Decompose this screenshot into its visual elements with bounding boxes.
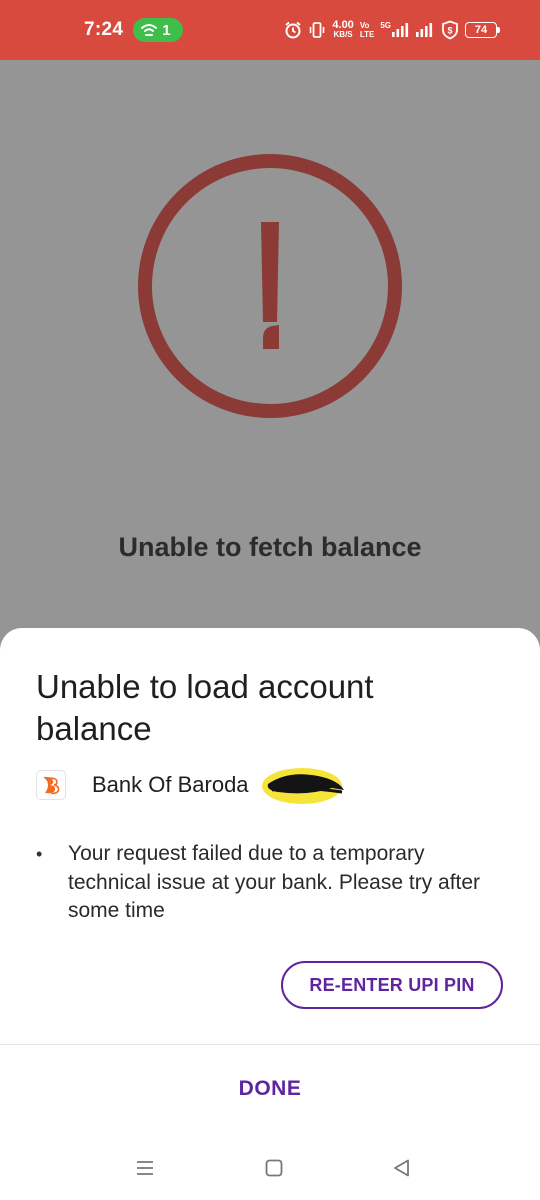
divider xyxy=(0,1044,540,1045)
bank-row: Bank Of Baroda xyxy=(36,770,249,800)
status-right: 4.00 KB/S Vo LTE 5G $ 74 xyxy=(284,20,500,40)
hotspot-count: 1 xyxy=(162,21,171,39)
sheet-title: Unable to load account balance xyxy=(36,668,374,747)
menu-icon xyxy=(137,1161,153,1175)
battery-tip xyxy=(497,27,500,33)
account-number-redaction xyxy=(262,768,344,804)
network-speed: 4.00 KB/S xyxy=(332,19,354,40)
status-left: 7:24 1 xyxy=(84,18,183,42)
done-button[interactable]: DONE xyxy=(170,1068,370,1110)
network-type: 5G xyxy=(380,21,391,30)
re-enter-upi-pin-button[interactable]: RE-ENTER UPI PIN xyxy=(281,961,503,1009)
bank-of-baroda-logo xyxy=(36,770,66,800)
battery-icon: 74 xyxy=(465,22,500,38)
signal-5g: 5G xyxy=(380,22,409,38)
status-bar: 7:24 1 4.00 KB/S Vo LTE 5G $ 74 xyxy=(0,0,540,60)
network-speed-unit: KB/S xyxy=(333,30,353,39)
volte-top: Vo xyxy=(359,21,370,30)
signal-icon xyxy=(392,23,409,37)
home-square-icon xyxy=(265,1159,283,1177)
error-message-text: Your request failed due to a temporary t… xyxy=(68,842,481,922)
vibrate-icon xyxy=(310,22,325,38)
network-speed-value: 4.00 xyxy=(332,19,354,31)
back-button[interactable] xyxy=(386,1154,418,1182)
alarm-icon xyxy=(285,21,302,39)
system-nav-bar xyxy=(0,1140,540,1200)
alert-circle-icon xyxy=(138,154,402,418)
back-triangle-icon xyxy=(394,1159,409,1177)
wifi-hotspot-icon xyxy=(141,24,158,36)
battery-level: 74 xyxy=(465,22,497,38)
hotspot-indicator: 1 xyxy=(133,18,183,42)
error-message: • Your request failed due to a temporary… xyxy=(36,840,506,926)
recent-apps-button[interactable] xyxy=(129,1154,161,1182)
shield-dollar-icon: $ xyxy=(442,20,458,40)
volte-bottom: LTE xyxy=(359,30,375,39)
clock: 7:24 xyxy=(84,19,124,40)
balance-error-title: Unable to fetch balance xyxy=(118,532,422,562)
bank-logo-mark xyxy=(43,776,60,795)
bank-name: Bank Of Baroda xyxy=(92,772,249,797)
home-button[interactable] xyxy=(258,1154,290,1182)
screen: 7:24 1 4.00 KB/S Vo LTE 5G $ 74 Unable t… xyxy=(0,0,540,1200)
error-bottom-sheet: Unable to load account balance Bank Of B… xyxy=(0,628,540,1200)
signal-icon xyxy=(416,23,433,37)
bullet-point: • xyxy=(36,844,43,864)
volte-indicator: Vo LTE xyxy=(360,21,375,39)
svg-text:$: $ xyxy=(447,26,452,36)
